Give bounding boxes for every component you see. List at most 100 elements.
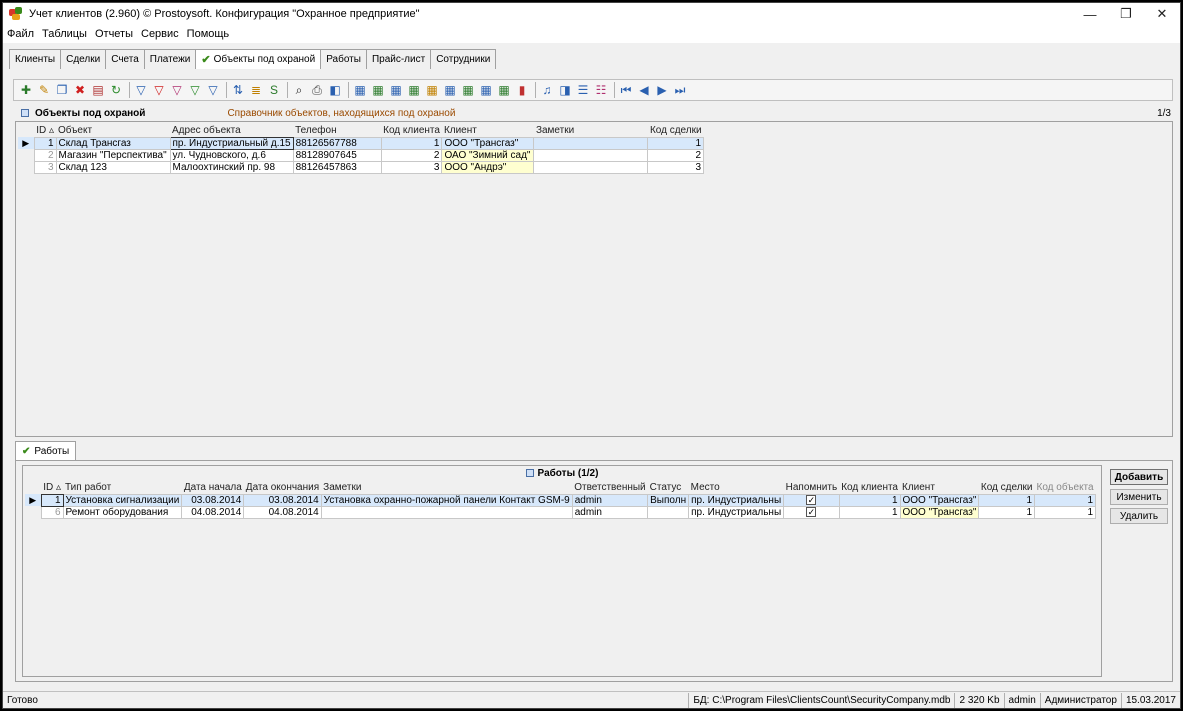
first-icon[interactable]: ⏮ [618, 82, 634, 98]
cell-id[interactable]: 1 [40, 493, 64, 507]
cell-client[interactable]: ОАО "Зимний сад" [441, 148, 535, 162]
cell-phone[interactable]: 88126457863 [292, 160, 382, 174]
delete-icon[interactable]: ✖ [72, 82, 88, 98]
cell-notes[interactable] [533, 136, 649, 150]
next-icon[interactable]: ▶ [654, 82, 670, 98]
cell-end-date[interactable]: 03.08.2014 [243, 493, 322, 507]
cell-deal-code[interactable]: 3 [647, 160, 705, 174]
tab-clients[interactable]: Клиенты [9, 49, 62, 69]
col-client-code[interactable]: Код клиента [381, 124, 442, 137]
table-row[interactable]: 6 Ремонт оборудования 04.08.2014 04.08.2… [25, 505, 1097, 519]
col-notes[interactable]: Заметки [534, 124, 648, 137]
cell-id[interactable]: 3 [33, 160, 57, 174]
cell-object-code[interactable]: 1 [1034, 505, 1097, 519]
export-icon[interactable]: ▦ [352, 82, 368, 98]
cell-client-code[interactable]: 1 [838, 505, 901, 519]
note-icon[interactable]: ♫ [539, 82, 555, 98]
cell-status[interactable]: Выполн [647, 493, 690, 507]
col-phone[interactable]: Телефон [293, 124, 381, 137]
filter-icon[interactable]: ▽ [133, 82, 149, 98]
cell-client-code[interactable]: 1 [380, 136, 443, 150]
add-button[interactable]: Добавить [1110, 469, 1168, 485]
import-icon[interactable]: ▦ [370, 82, 386, 98]
restore-button[interactable]: ❐ [1108, 3, 1144, 25]
cell-client-code[interactable]: 3 [380, 160, 443, 174]
edit-icon[interactable]: ✎ [36, 82, 52, 98]
report4-icon[interactable]: ▦ [442, 82, 458, 98]
menu-reports[interactable]: Отчеты [95, 28, 133, 40]
cell-start-date[interactable]: 03.08.2014 [181, 493, 245, 507]
copy-icon[interactable]: ❐ [54, 82, 70, 98]
collapse-icon[interactable] [525, 469, 534, 478]
report-icon[interactable]: ▦ [388, 82, 404, 98]
memo-icon[interactable]: ☷ [593, 82, 609, 98]
col-notes[interactable]: Заметки [321, 481, 572, 494]
cell-client-code[interactable]: 2 [380, 148, 443, 162]
tab-invoices[interactable]: Счета [105, 49, 145, 69]
cell-address[interactable]: ул. Чудновского, д.6 [169, 148, 294, 162]
tab-works-detail[interactable]: ✔ Работы [15, 441, 77, 461]
cell-client[interactable]: ООО "Трансгаз" [899, 493, 980, 507]
delete-button[interactable]: Удалить [1110, 508, 1168, 524]
col-id[interactable]: ID ▵ [34, 124, 56, 137]
tab-works[interactable]: Работы [320, 49, 367, 69]
table-row[interactable]: ▶ 1 Склад Трансгаз пр. Индустриальный д.… [18, 136, 705, 150]
table-row[interactable]: ▶ 1 Установка сигнализации 03.08.2014 03… [25, 493, 1097, 507]
tab-employees[interactable]: Сотрудники [430, 49, 497, 69]
checkbox-checked-icon[interactable]: ✓ [806, 507, 817, 517]
menu-tables[interactable]: Таблицы [42, 28, 87, 40]
cell-responsible[interactable]: admin [571, 493, 649, 507]
cell-responsible[interactable]: admin [571, 505, 649, 519]
cell-phone[interactable]: 88126567788 [292, 136, 382, 150]
add-record-icon[interactable]: ✚ [18, 82, 34, 98]
cell-address[interactable]: пр. Индустриальный д.15 [169, 136, 294, 150]
list-icon[interactable]: ☰ [575, 82, 591, 98]
cell-notes[interactable] [533, 160, 649, 174]
minimize-button[interactable]: — [1072, 3, 1108, 25]
chart-icon[interactable]: ▮ [514, 82, 530, 98]
report2-icon[interactable]: ▦ [406, 82, 422, 98]
tab-payments[interactable]: Платежи [143, 49, 197, 69]
collapse-icon[interactable] [21, 109, 29, 117]
last-icon[interactable]: ⏭ [672, 82, 688, 98]
sql-icon[interactable]: S [266, 82, 282, 98]
tab-price-list[interactable]: Прайс-лист [365, 49, 432, 69]
close-button[interactable]: ✕ [1144, 3, 1180, 25]
cell-work-type[interactable]: Установка сигнализации [62, 493, 183, 507]
report3-icon[interactable]: ▦ [424, 82, 440, 98]
filter-field-icon[interactable]: ▽ [187, 82, 203, 98]
cell-start-date[interactable]: 04.08.2014 [181, 505, 245, 519]
cell-phone[interactable]: 88128907645 [292, 148, 382, 162]
tab-deals[interactable]: Сделки [60, 49, 107, 69]
col-work-type[interactable]: Тип работ [63, 481, 182, 494]
checkbox-checked-icon[interactable]: ✓ [806, 495, 817, 505]
table-row[interactable]: 3 Склад 123 Малоохтинский пр. 98 8812645… [18, 160, 705, 174]
col-place[interactable]: Место [689, 481, 784, 494]
find-icon[interactable]: ⌕ [291, 82, 307, 98]
col-start-date[interactable]: Дата начала [182, 481, 244, 494]
report5-icon[interactable]: ▦ [460, 82, 476, 98]
cell-place[interactable]: пр. Индустриальны [688, 505, 785, 519]
menu-help[interactable]: Помощь [187, 28, 230, 40]
cell-client[interactable]: ООО "Трансгаз" [899, 505, 980, 519]
report7-icon[interactable]: ▦ [496, 82, 512, 98]
col-remind[interactable]: Напомнить [784, 481, 840, 494]
cell-work-type[interactable]: Ремонт оборудования [62, 505, 183, 519]
col-responsible[interactable]: Ответственный [572, 481, 647, 494]
edit-button[interactable]: Изменить [1110, 489, 1168, 505]
col-client[interactable]: Клиент [900, 481, 979, 494]
menu-file[interactable]: Файл [7, 28, 34, 40]
sort-icon[interactable]: ⇅ [230, 82, 246, 98]
col-id[interactable]: ID ▵ [41, 481, 63, 494]
tab-guarded-objects[interactable]: ✔ Объекты под охраной [195, 49, 322, 69]
cell-client-code[interactable]: 1 [838, 493, 901, 507]
col-client[interactable]: Клиент [442, 124, 534, 137]
filter-clear-icon[interactable]: ▽ [205, 82, 221, 98]
col-object[interactable]: Объект [56, 124, 170, 137]
cell-notes[interactable] [533, 148, 649, 162]
col-end-date[interactable]: Дата окончания [244, 481, 321, 494]
prev-icon[interactable]: ◀ [636, 82, 652, 98]
col-status[interactable]: Статус [648, 481, 689, 494]
attach-icon[interactable]: ◨ [557, 82, 573, 98]
cell-object[interactable]: Склад 123 [55, 160, 171, 174]
